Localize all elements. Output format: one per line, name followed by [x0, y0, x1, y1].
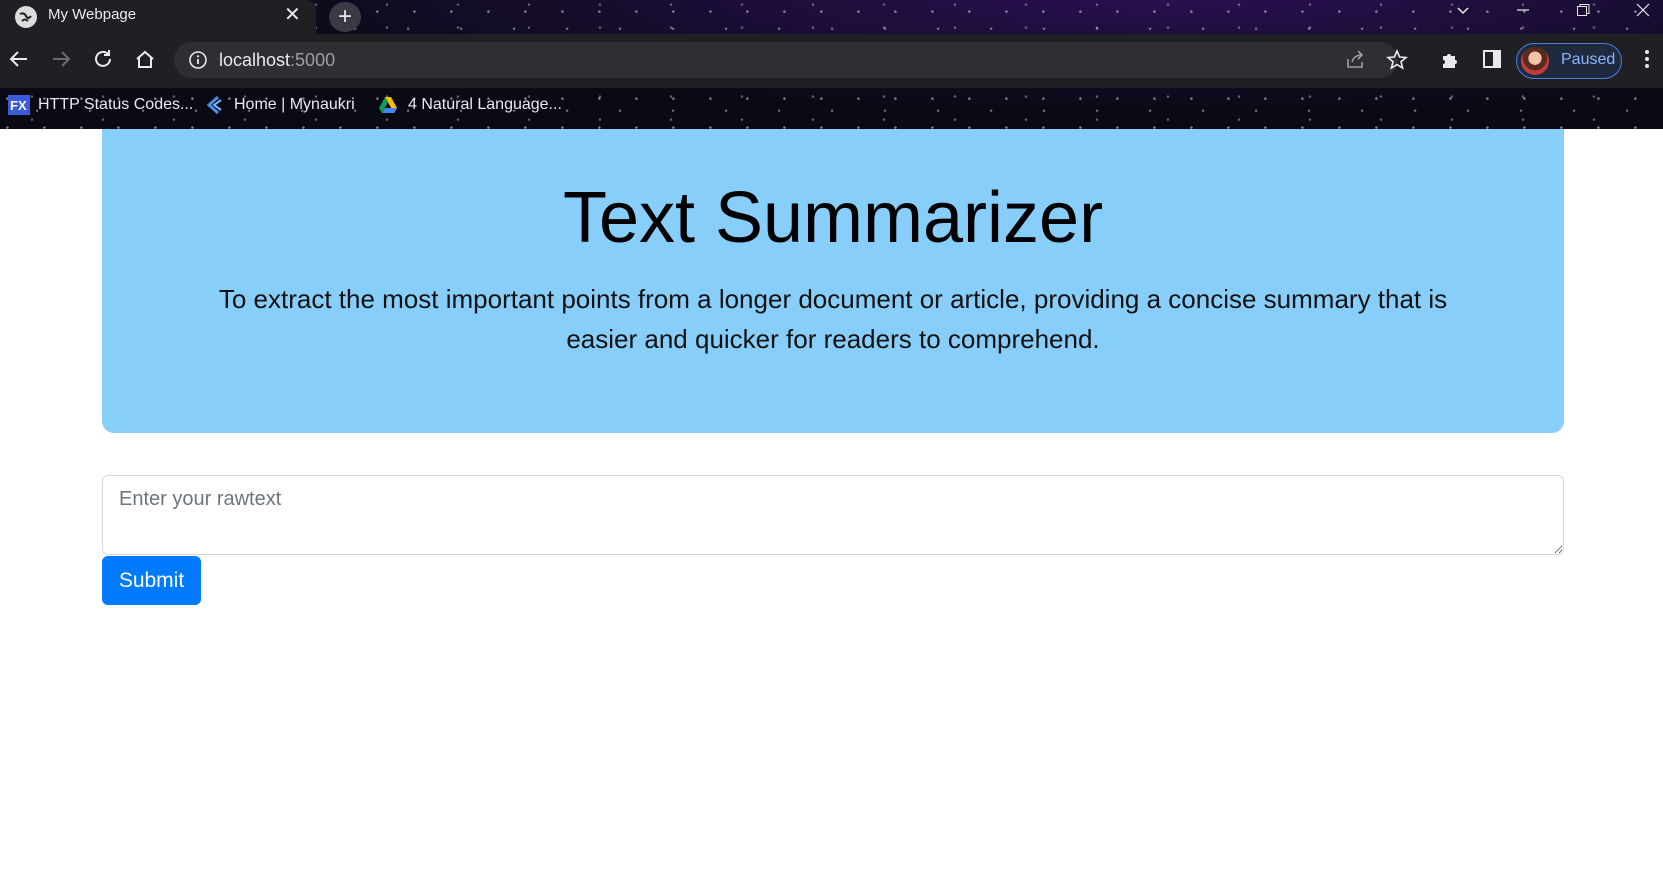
new-tab-button[interactable]: +: [329, 2, 361, 32]
rawtext-input[interactable]: [102, 475, 1564, 555]
browser-toolbar: localhost:5000 Paused: [0, 34, 1663, 88]
svg-text:FX: FX: [10, 98, 27, 113]
back-icon[interactable]: [4, 44, 34, 74]
menu-icon[interactable]: [1632, 44, 1662, 74]
bookmark-natural-language[interactable]: 4 Natural Language...: [378, 95, 562, 115]
url-host: localhost: [219, 50, 291, 70]
reload-icon[interactable]: [88, 44, 118, 74]
globe-icon: [15, 6, 37, 28]
bookmark-label: Home | Mynaukri: [234, 96, 355, 113]
url-text[interactable]: localhost:5000: [219, 50, 335, 71]
tab-title: My Webpage: [48, 6, 137, 23]
tab-my-webpage[interactable]: My Webpage ✕: [0, 0, 316, 36]
tab-strip: My Webpage ✕ +: [0, 0, 1663, 36]
profile-button[interactable]: Paused: [1516, 43, 1622, 79]
naukri-icon: [204, 95, 224, 115]
url-port: :5000: [290, 50, 336, 70]
page-description: To extract the most important points fro…: [218, 284, 1448, 354]
fx-icon: FX: [8, 95, 30, 115]
profile-status: Paused: [1561, 51, 1616, 68]
close-window-icon[interactable]: [1628, 2, 1658, 23]
bookmark-star-icon[interactable]: [1385, 48, 1409, 76]
close-tab-icon[interactable]: ✕: [284, 4, 301, 26]
bookmark-http-status[interactable]: FX HTTP Status Codes...: [8, 95, 193, 115]
bookmark-label: HTTP Status Codes...: [38, 96, 194, 113]
google-drive-icon: [378, 95, 398, 115]
page-content: Text Summarizer To extract the most impo…: [0, 129, 1663, 870]
extensions-icon[interactable]: [1435, 44, 1465, 74]
submit-button[interactable]: Submit: [102, 556, 201, 605]
hero-banner: Text Summarizer To extract the most impo…: [102, 129, 1564, 433]
home-icon[interactable]: [130, 44, 160, 74]
share-icon[interactable]: [1344, 49, 1366, 76]
minimize-icon[interactable]: [1508, 2, 1538, 23]
avatar: [1521, 47, 1549, 75]
browser-chrome: My Webpage ✕ + localhost:5000 Paused FX …: [0, 0, 1663, 129]
side-panel-icon[interactable]: [1477, 44, 1507, 74]
bookmark-label: 4 Natural Language...: [408, 96, 562, 113]
address-bar[interactable]: localhost:5000: [174, 42, 1409, 78]
bookmarks-bar: FX HTTP Status Codes... Home | Mynaukri …: [0, 88, 1663, 129]
page-title: Text Summarizer: [562, 178, 1104, 258]
forward-icon[interactable]: [46, 44, 76, 74]
tab-search-icon[interactable]: [1448, 2, 1478, 23]
bookmark-mynaukri[interactable]: Home | Mynaukri: [204, 95, 355, 115]
restore-icon[interactable]: [1568, 2, 1598, 23]
info-icon[interactable]: [188, 50, 208, 70]
